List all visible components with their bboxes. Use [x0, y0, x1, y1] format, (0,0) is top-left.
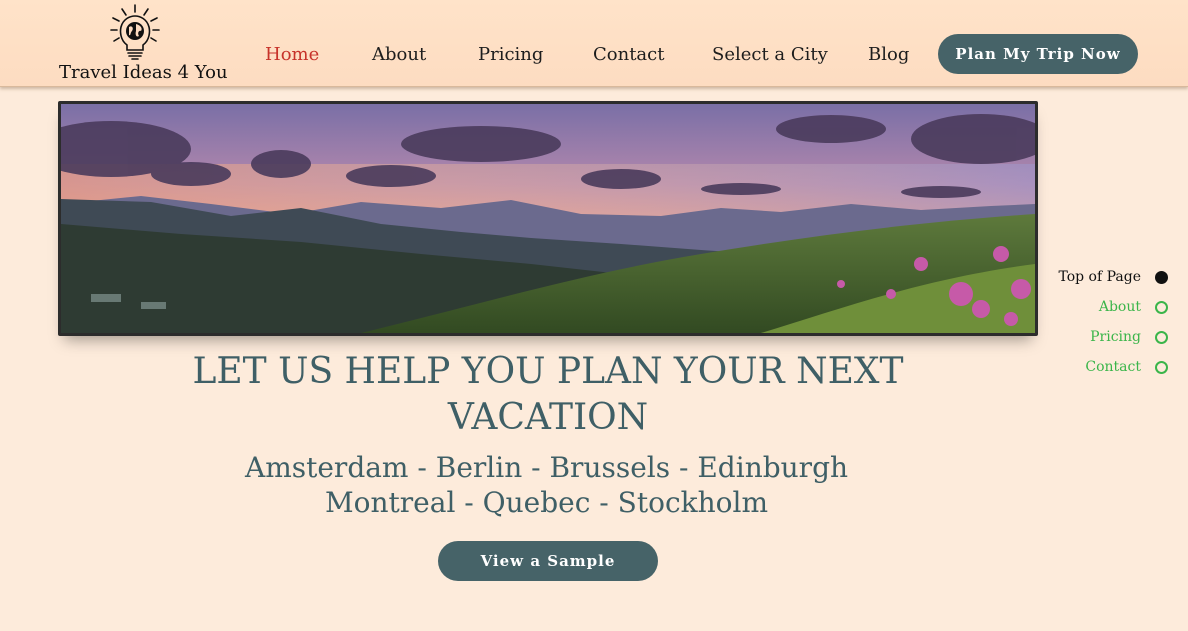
- anchor-label: Top of Page: [1058, 269, 1141, 285]
- anchor-item-contact[interactable]: Contact: [1028, 352, 1168, 382]
- city-list-line-1: Amsterdam - Berlin - Brussels - Edinburg…: [244, 451, 849, 484]
- nav-item-contact[interactable]: Contact: [593, 44, 664, 65]
- anchor-item-top-of-page[interactable]: Top of Page: [1028, 262, 1168, 292]
- anchor-label: About: [1098, 299, 1141, 315]
- anchor-menu: Top of Page About Pricing Contact: [1028, 262, 1168, 382]
- city-list-line-2: Montreal - Quebec - Stockholm: [324, 486, 768, 519]
- anchor-dot-icon: [1155, 330, 1168, 344]
- anchor-dot-icon: [1155, 270, 1168, 284]
- hero-headline: LET US HELP YOU PLAN YOUR NEXT VACATION: [192, 351, 904, 438]
- anchor-label: Contact: [1085, 359, 1141, 375]
- view-sample-button[interactable]: View a Sample: [438, 541, 658, 581]
- nav-item-blog[interactable]: Blog: [868, 44, 909, 65]
- anchor-item-pricing[interactable]: Pricing: [1028, 322, 1168, 352]
- hero-banner: [58, 101, 1038, 336]
- anchor-label: Pricing: [1090, 329, 1141, 345]
- anchor-item-about[interactable]: About: [1028, 292, 1168, 322]
- nav-item-home[interactable]: Home: [265, 44, 319, 65]
- plan-my-trip-button[interactable]: Plan My Trip Now: [938, 34, 1138, 74]
- city-list: Amsterdam - Berlin - Brussels - Edinburg…: [200, 450, 893, 520]
- nav-item-about[interactable]: About: [372, 44, 426, 65]
- mountain-sunset-landscape-image: [61, 104, 1035, 333]
- site-header: Travel Ideas 4 You Home About Pricing Co…: [0, 0, 1188, 87]
- nav-item-pricing[interactable]: Pricing: [478, 44, 543, 65]
- anchor-dot-icon: [1155, 360, 1168, 374]
- anchor-dot-icon: [1155, 300, 1168, 314]
- nav-item-select-a-city[interactable]: Select a City: [712, 44, 828, 65]
